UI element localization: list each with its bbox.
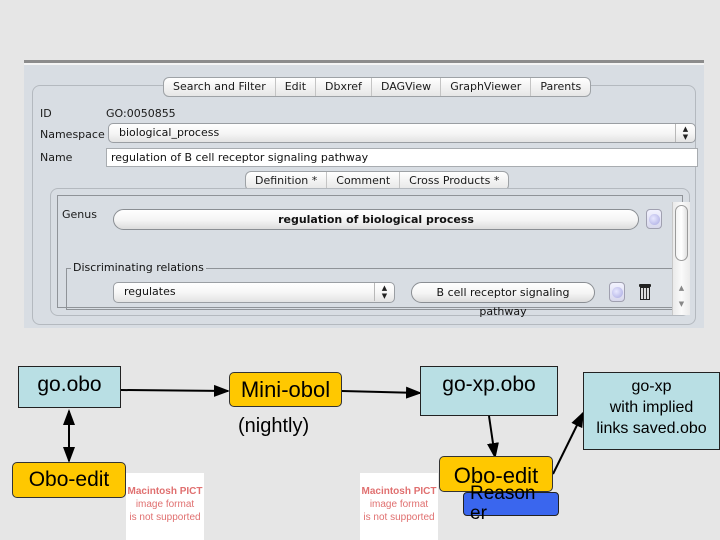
go-obo-document: go.obo (18, 366, 121, 408)
mini-obol-process: Mini-obol (229, 372, 342, 407)
pict-line-2: image format (369, 499, 429, 510)
implied-line-2: with implied (609, 399, 694, 416)
pict-line-3: is not supported (363, 512, 435, 523)
pict-line-3: is not supported (129, 512, 201, 523)
reasoner-line-2: er (470, 503, 487, 524)
go-xp-obo-document: go-xp.obo (420, 366, 558, 416)
arrow-miniobol-to-goxp (341, 386, 422, 399)
pict-placeholder-right: Macintosh PICT image format is not suppo… (360, 473, 438, 540)
obo-edit-left-label: Obo-edit (28, 468, 110, 491)
implied-line-1: go-xp (631, 378, 672, 395)
implied-line-3: links saved.obo (596, 420, 707, 437)
go-xp-obo-label: go-xp.obo (442, 373, 536, 396)
reasoner-label: Reason er (470, 484, 536, 524)
obo-edit-left-process: Obo-edit (12, 462, 126, 498)
nightly-caption: (nightly) (238, 415, 310, 437)
diagram-arrows (63, 384, 584, 475)
arrow-goxp-to-oboedit (487, 415, 499, 459)
go-obo-label: go.obo (37, 373, 102, 396)
pict-line-1: Macintosh PICT (127, 486, 203, 497)
arrow-goobo-to-miniobol (120, 384, 230, 397)
pict-placeholder-left: Macintosh PICT image format is not suppo… (126, 473, 204, 540)
pict-line-2: image format (135, 499, 195, 510)
reasoner-line-1: Reason (470, 483, 536, 504)
go-xp-implied-document: go-xp with implied links saved.obo (583, 372, 720, 450)
arrow-oboedit-to-implied (552, 411, 584, 475)
pict-line-1: Macintosh PICT (361, 486, 437, 497)
mini-obol-label: Mini-obol (240, 377, 331, 402)
